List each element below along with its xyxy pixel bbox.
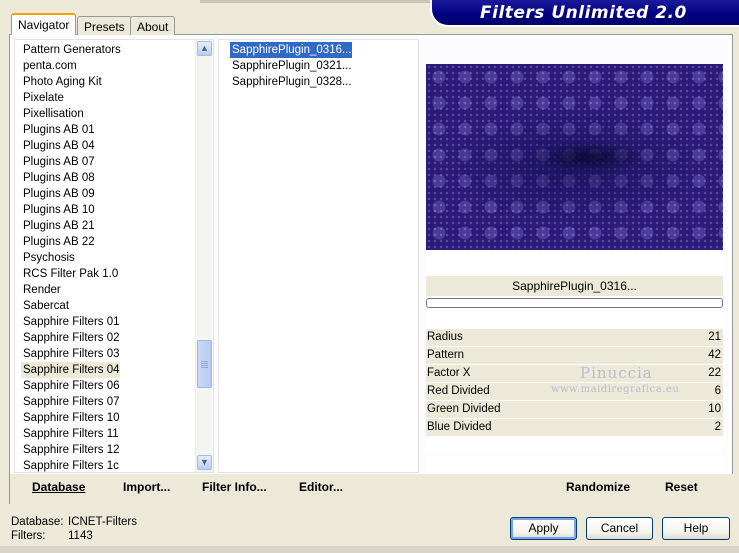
- category-item[interactable]: Plugins AB 10: [21, 202, 95, 218]
- preview-image[interactable]: [426, 64, 723, 250]
- category-item[interactable]: penta.com: [21, 58, 77, 74]
- filter-item[interactable]: SapphirePlugin_0328...: [230, 74, 352, 90]
- category-item[interactable]: Plugins AB 08: [21, 170, 95, 186]
- param-name: Green Divided: [427, 403, 501, 415]
- filter-item[interactable]: SapphirePlugin_0321...: [230, 58, 352, 74]
- progress-bar: [426, 298, 723, 308]
- app-title: Filters Unlimited 2.0: [480, 3, 687, 23]
- params-spacer: [426, 310, 723, 328]
- param-name: Radius: [427, 331, 463, 343]
- category-item[interactable]: Psychosis: [21, 250, 75, 266]
- param-name: Pattern: [427, 349, 465, 361]
- title-stripe: [200, 0, 430, 3]
- cancel-button[interactable]: Cancel: [586, 517, 653, 540]
- database-button[interactable]: Database: [32, 480, 85, 494]
- randomize-button[interactable]: Randomize: [566, 480, 630, 494]
- category-item[interactable]: Sapphire Filters 07: [21, 394, 120, 410]
- category-item[interactable]: Sapphire Filters 03: [21, 346, 120, 362]
- category-item[interactable]: Plugins AB 01: [21, 122, 95, 138]
- tab-navigator[interactable]: Navigator: [11, 13, 77, 35]
- category-item[interactable]: Pattern Generators: [21, 42, 121, 58]
- category-item[interactable]: Plugins AB 09: [21, 186, 95, 202]
- param-value[interactable]: 6: [715, 383, 721, 400]
- category-item[interactable]: Pixellisation: [21, 106, 84, 122]
- scroll-down-icon[interactable]: ▼: [197, 455, 212, 470]
- param-row[interactable]: Blue Divided 2: [426, 419, 723, 437]
- param-row[interactable]: Factor X 22: [426, 365, 723, 383]
- category-item[interactable]: Pixelate: [21, 90, 64, 106]
- filter-item[interactable]: SapphirePlugin_0316...: [230, 42, 352, 58]
- category-item[interactable]: Sapphire Filters 02: [21, 330, 120, 346]
- category-item[interactable]: Sabercat: [21, 298, 69, 314]
- tab-presets[interactable]: Presets: [77, 16, 132, 35]
- taskbar-strip: [0, 546, 739, 553]
- empty-row: [426, 438, 723, 455]
- empty-row: [426, 456, 723, 473]
- category-item[interactable]: Sapphire Filters 11: [21, 426, 119, 442]
- param-row[interactable]: Pattern 42: [426, 347, 723, 365]
- param-value[interactable]: 22: [708, 365, 721, 382]
- scroll-up-icon[interactable]: ▲: [197, 41, 212, 56]
- param-value[interactable]: 21: [708, 329, 721, 346]
- filter-info-button[interactable]: Filter Info...: [202, 480, 267, 494]
- tab-about[interactable]: About: [130, 16, 176, 35]
- param-value[interactable]: 10: [708, 401, 721, 418]
- filter-name-label: SapphirePlugin_0316...: [426, 276, 723, 296]
- category-item[interactable]: Sapphire Filters 06: [21, 378, 120, 394]
- param-value[interactable]: 42: [708, 347, 721, 364]
- category-item[interactable]: Sapphire Filters 1c: [21, 458, 119, 474]
- param-row[interactable]: Radius 21: [426, 329, 723, 347]
- param-name: Blue Divided: [427, 421, 492, 433]
- category-item[interactable]: Sapphire Filters 12: [21, 442, 120, 458]
- category-item[interactable]: Sapphire Filters 10: [21, 410, 120, 426]
- category-item[interactable]: Photo Aging Kit: [21, 74, 102, 90]
- category-item[interactable]: Plugins AB 21: [21, 218, 95, 234]
- preview-gap: [426, 250, 723, 274]
- help-button[interactable]: Help: [662, 517, 730, 540]
- category-item[interactable]: Plugins AB 22: [21, 234, 95, 250]
- import-button[interactable]: Import...: [123, 480, 170, 494]
- apply-button[interactable]: Apply: [510, 517, 577, 540]
- database-value: ICNET-Filters: [68, 516, 137, 528]
- watermark-url: www.maidiregrafica.eu: [551, 384, 680, 395]
- editor-button[interactable]: Editor...: [299, 480, 343, 494]
- param-name: Factor X: [427, 367, 471, 379]
- param-value[interactable]: 2: [715, 419, 721, 436]
- category-list[interactable]: Pattern Generators penta.com Photo Aging K…: [14, 39, 214, 473]
- category-item[interactable]: Sapphire Filters 04: [21, 362, 120, 378]
- scroll-thumb[interactable]: [197, 340, 212, 388]
- category-item[interactable]: Plugins AB 07: [21, 154, 95, 170]
- category-scrollbar[interactable]: ▲ ▼: [195, 40, 212, 472]
- filter-list[interactable]: SapphirePlugin_0316... SapphirePlugin_032…: [218, 39, 419, 473]
- database-label: Database:: [11, 516, 64, 528]
- watermark-name: Pinuccia: [580, 364, 653, 382]
- filters-label: Filters:: [11, 530, 46, 542]
- category-item[interactable]: Sapphire Filters 01: [21, 314, 120, 330]
- category-item[interactable]: Plugins AB 04: [21, 138, 95, 154]
- category-item[interactable]: RCS Filter Pak 1.0: [21, 266, 118, 282]
- filters-count: 1143: [68, 530, 93, 542]
- param-name: Red Divided: [427, 385, 490, 397]
- reset-button[interactable]: Reset: [665, 480, 698, 494]
- param-row[interactable]: Green Divided 10: [426, 401, 723, 419]
- category-item[interactable]: Render: [21, 282, 61, 298]
